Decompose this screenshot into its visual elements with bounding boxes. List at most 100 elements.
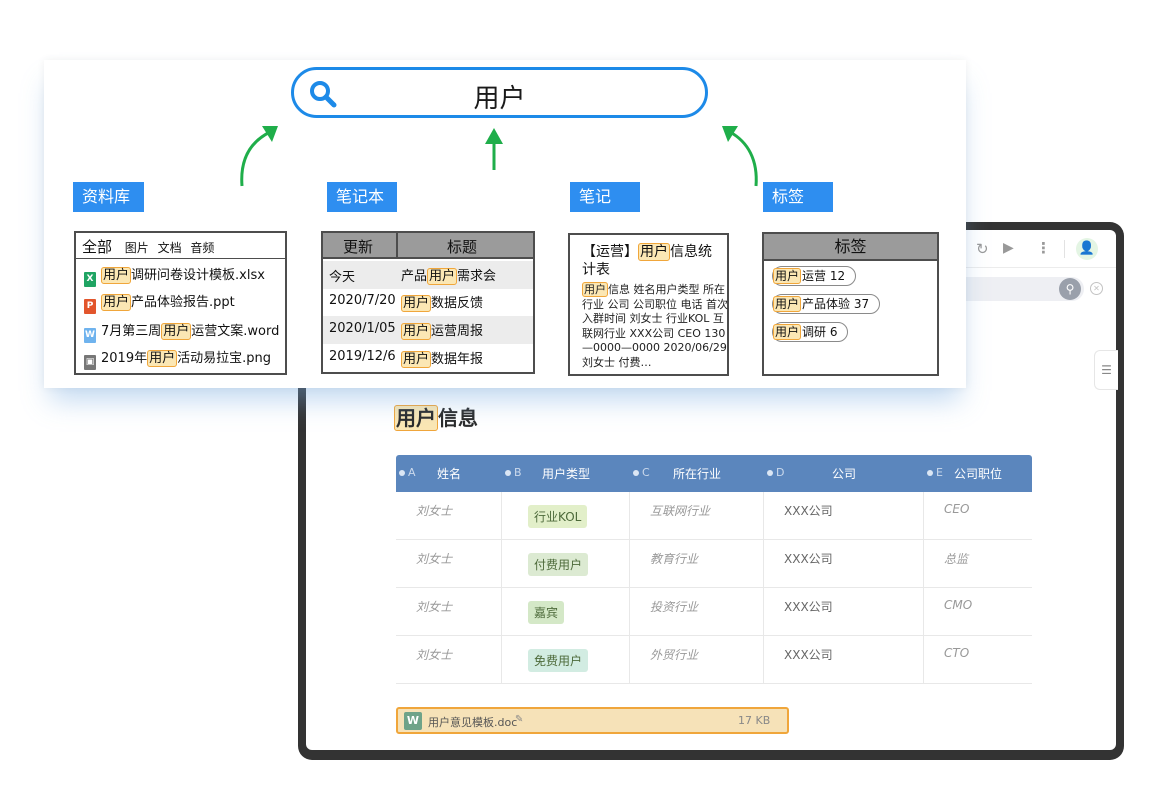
notebook-row[interactable]: 2020/1/05 用户 运营周报 [323, 316, 533, 344]
table-row: 刘女士 嘉宾 投资行业 XXX公司 CMO [396, 588, 1032, 636]
column-handle-icon[interactable] [767, 470, 773, 476]
clear-icon[interactable]: ✕ [1090, 282, 1103, 295]
note-body: 用户 信息 姓名用户类型 所在行业 公司 公司职位 电话 首次入群时间 刘女士 行… [582, 282, 730, 370]
search-box[interactable]: 用户 [291, 67, 708, 118]
doc-title-highlight: 用户 [394, 405, 438, 431]
library-file-item[interactable]: W 7月第三周 用户 运营文案.word [84, 320, 279, 343]
notebook-row-date: 2020/1/05 [329, 321, 396, 336]
more-menu-icon[interactable]: ⋮ [1036, 240, 1051, 256]
cell-industry[interactable]: 互联网行业 [630, 492, 764, 540]
file-type-icon: X [84, 272, 96, 287]
library-box: 全部 图片 文档 音频 X 用户 调研问卷设计模板.xlsx P 用户 产品体验报告.pp… [74, 231, 287, 375]
cell-position[interactable]: CEO [924, 492, 1032, 540]
notebook-row-title: 用户 运营周报 [401, 320, 483, 340]
file-name-rest: 产品体验报告.ppt [131, 295, 235, 310]
cell-user-type[interactable]: 免费用户 [502, 636, 630, 684]
stage: ↻ ▶ ⋮ 👤 ⚲ ✕ ☰ 用户 信息 A 姓名 B 用户类型 C 所在行业 D 公司 E 公司职位… [0, 0, 1160, 788]
column-handle-icon[interactable] [927, 470, 933, 476]
column-header[interactable]: C 所在行业 [630, 455, 764, 492]
file-name-highlight: 用户 [147, 350, 178, 367]
cell-position[interactable]: CMO [924, 588, 1032, 636]
redo-icon[interactable]: ↻ [976, 241, 989, 257]
file-type-icon: W [84, 328, 96, 343]
column-header[interactable]: E 公司职位 [924, 455, 1032, 492]
notebook-row-date: 今天 [329, 270, 356, 285]
column-handle-icon[interactable] [399, 470, 405, 476]
edit-icon[interactable]: ✎ [515, 714, 523, 725]
title-rest: 数据年报 [431, 352, 484, 367]
column-header[interactable]: A 姓名 [396, 455, 502, 492]
cell-name[interactable]: 刘女士 [396, 540, 502, 588]
tab-audio[interactable]: 音频 [190, 241, 214, 255]
cell-name[interactable]: 刘女士 [396, 492, 502, 540]
divider [76, 258, 285, 259]
file-name-highlight: 用户 [161, 323, 192, 340]
outline-icon[interactable]: ☰ [1094, 350, 1118, 390]
cell-name[interactable]: 刘女士 [396, 636, 502, 684]
title-rest: 数据反馈 [431, 296, 484, 311]
tag-pill[interactable]: 用户 运营 12 [772, 266, 857, 286]
notebook-row[interactable]: 今天 产品 用户 需求会 [323, 261, 533, 289]
cell-company[interactable]: XXX公司 [764, 636, 924, 684]
data-table: A 姓名 B 用户类型 C 所在行业 D 公司 E 公司职位 刘女士 行业KOL 互联网行业 XXX公司… [396, 455, 1032, 684]
library-file-item[interactable]: ▣ 2019年 用户 活动易拉宝.png [84, 347, 271, 370]
cell-industry[interactable]: 外贸行业 [630, 636, 764, 684]
column-header[interactable]: D 公司 [764, 455, 924, 492]
doc-title: 用户 信息 [394, 402, 478, 431]
label-tags: 标签 [763, 182, 833, 212]
note-title-highlight: 用户 [638, 243, 670, 261]
tag-highlight: 用户 [773, 324, 802, 340]
cell-industry[interactable]: 投资行业 [630, 588, 764, 636]
cell-position[interactable]: CTO [924, 636, 1032, 684]
notebook-row-date: 2019/12/6 [329, 349, 396, 364]
title-highlight: 用户 [401, 323, 432, 340]
library-file-item[interactable]: X 用户 调研问卷设计模板.xlsx [84, 264, 265, 287]
cell-name[interactable]: 刘女士 [396, 588, 502, 636]
tag-pill[interactable]: 用户 产品体验 37 [772, 294, 881, 314]
title-rest: 需求会 [457, 269, 497, 284]
cell-user-type[interactable]: 嘉宾 [502, 588, 630, 636]
arrow-up-right-icon [240, 126, 278, 187]
word-file-icon: W [404, 712, 422, 730]
file-name-prefix: 7月第三周 [101, 324, 162, 339]
column-name: 用户类型 [541, 467, 590, 481]
file-name-highlight: 用户 [101, 294, 132, 311]
column-letter: E [936, 466, 943, 479]
library-file-item[interactable]: P 用户 产品体验报告.ppt [84, 291, 235, 314]
add-user-icon[interactable]: 👤 [1076, 238, 1098, 260]
notebook-row-title: 产品 用户 需求会 [401, 265, 497, 285]
tags-box: 标签 用户 运营 12 用户 产品体验 37 用户 调研 6 [762, 232, 939, 376]
title-prefix: 产品 [401, 269, 428, 284]
tag-label: 运营 12 [802, 269, 846, 283]
notebook-row-date: 2020/7/20 [329, 293, 396, 308]
title-highlight: 用户 [401, 295, 432, 312]
cell-user-type[interactable]: 付费用户 [502, 540, 630, 588]
cell-company[interactable]: XXX公司 [764, 540, 924, 588]
tag-pill[interactable]: 用户 调研 6 [772, 322, 849, 342]
label-notebook: 笔记本 [327, 182, 397, 212]
doc-search-icon[interactable]: ⚲ [1059, 278, 1081, 300]
header-divider [396, 233, 398, 259]
cell-company[interactable]: XXX公司 [764, 588, 924, 636]
notebook-row[interactable]: 2019/12/6 用户 数据年报 [323, 344, 533, 372]
cell-position[interactable]: 总监 [924, 540, 1032, 588]
column-header[interactable]: B 用户类型 [502, 455, 630, 492]
tab-images[interactable]: 图片 [125, 241, 149, 255]
tab-all[interactable]: 全部 [82, 238, 112, 256]
present-icon[interactable]: ▶ [1003, 240, 1014, 256]
tab-docs[interactable]: 文档 [158, 241, 182, 255]
cell-user-type[interactable]: 行业KOL [502, 492, 630, 540]
notebook-row[interactable]: 2020/7/20 用户 数据反馈 [323, 288, 533, 316]
column-handle-icon[interactable] [505, 470, 511, 476]
tag-label: 产品体验 37 [802, 297, 870, 311]
cell-company[interactable]: XXX公司 [764, 492, 924, 540]
file-type-icon: ▣ [84, 355, 96, 370]
column-handle-icon[interactable] [633, 470, 639, 476]
attachment-card[interactable]: W 用户意见模板.doc ✎ 17 KB [396, 707, 789, 734]
file-name-highlight: 用户 [101, 267, 132, 284]
title-highlight: 用户 [401, 351, 432, 368]
cell-industry[interactable]: 教育行业 [630, 540, 764, 588]
library-tabs: 全部 图片 文档 音频 [82, 236, 214, 257]
column-letter: D [776, 466, 785, 479]
note-box[interactable]: 【运营】 用户 信息统计表 用户 信息 姓名用户类型 所在行业 公司 公司职位 电话 … [568, 233, 729, 376]
